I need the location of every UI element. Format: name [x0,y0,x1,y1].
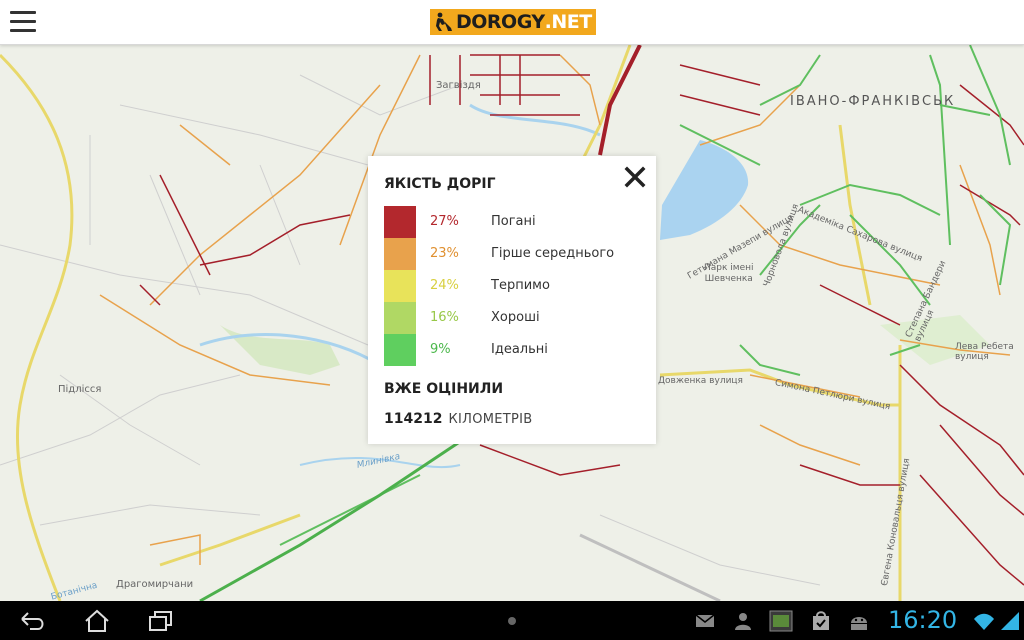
legend-row-good: 16% Хороші [384,302,644,334]
map-label-street-dovzhenka: Довженка вулиця [658,376,743,386]
rated-kilometers: 114212 КІЛОМЕТРІВ [384,411,533,427]
map-label-zahvizdia: Загвіздя [436,80,481,91]
legend-label: Гірше середнього [491,246,615,261]
rated-km-unit: КІЛОМЕТРІВ [448,412,533,427]
legend-percent: 9% [430,342,451,357]
logo-wordmark: DOROGY .NET [456,9,596,35]
road-quality-panel: ЯКІСТЬ ДОРІГ 27% Погані 23% Гірше середн… [368,156,656,444]
road-worker-icon [430,9,456,35]
legend-label: Хороші [491,310,540,325]
legend-percent: 27% [430,214,459,229]
map-label-drahomyrchany: Драгомирчани [116,579,194,590]
legend-swatch [384,270,416,302]
legend-row-tolerable: 24% Терпимо [384,270,644,302]
close-icon[interactable] [624,166,646,188]
page-dot-icon [508,617,516,625]
app-logo[interactable]: DOROGY .NET [430,9,596,35]
mail-icon[interactable] [694,609,716,633]
back-icon[interactable] [18,609,48,633]
legend-label: Погані [491,214,536,229]
screenshot-app-icon[interactable] [768,609,794,633]
legend-swatch [384,238,416,270]
panel-title: ЯКІСТЬ ДОРІГ [384,176,496,192]
signal-icon [998,609,1022,633]
legend-swatch [384,302,416,334]
home-icon[interactable] [82,609,112,633]
app-header: DOROGY .NET [0,0,1024,45]
legend-percent: 16% [430,310,459,325]
map-label-pidlissia: Підлісся [58,384,102,395]
legend-swatch [384,206,416,238]
legend-percent: 24% [430,278,459,293]
legend-label: Ідеальні [491,342,548,357]
legend-row-ideal: 9% Ідеальні [384,334,644,366]
map-label-street-rebeta: Лева Ребета вулиця [955,342,1014,362]
recent-apps-icon[interactable] [146,609,176,633]
android-debug-icon[interactable] [846,609,872,633]
system-navbar: 16:20 [0,601,1024,640]
legend-row-below-average: 23% Гірше середнього [384,238,644,270]
status-clock: 16:20 [888,606,958,634]
wifi-icon [972,609,996,633]
legend-percent: 23% [430,246,459,261]
legend-row-bad: 27% Погані [384,206,644,238]
legend-swatch [384,334,416,366]
rated-km-value: 114212 [384,411,443,427]
map-label-city: ІВАНО-ФРАНКІВСЬК [790,94,956,109]
legend-label: Терпимо [491,278,550,293]
account-icon[interactable] [732,609,754,633]
menu-icon[interactable] [10,11,36,33]
rated-title: ВЖЕ ОЦІНИЛИ [384,381,504,397]
shopping-bag-icon[interactable] [810,609,832,633]
